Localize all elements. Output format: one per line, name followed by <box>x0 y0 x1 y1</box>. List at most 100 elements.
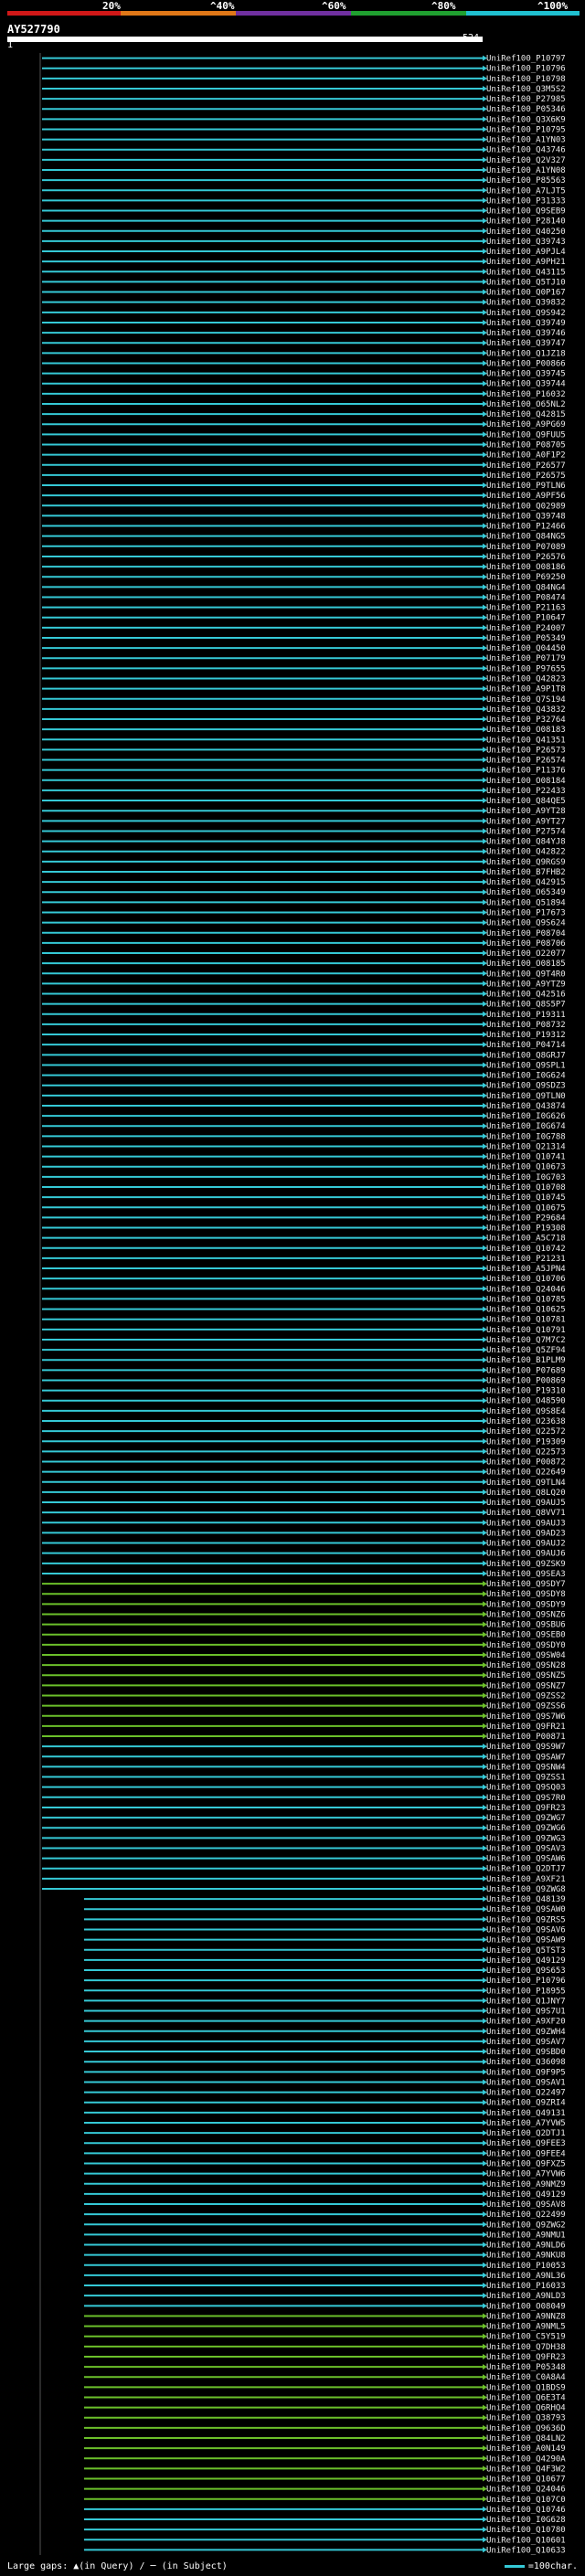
hit-label[interactable]: UniRef100_A9NMU1 <box>486 2231 566 2240</box>
hit-label[interactable]: UniRef100_Q9SQ03 <box>486 1784 566 1793</box>
hit-label[interactable]: UniRef100_Q39832 <box>486 299 566 308</box>
hit-label[interactable]: UniRef100_Q7S194 <box>486 695 566 705</box>
hit-label[interactable]: UniRef100_A9NNZ8 <box>486 2312 566 2321</box>
hit-label[interactable]: UniRef100_P10795 <box>486 125 566 134</box>
hit-label[interactable]: UniRef100_A9XF21 <box>486 1875 566 1884</box>
hit-label[interactable]: UniRef100_P10798 <box>486 75 566 84</box>
hit-label[interactable]: UniRef100_I0G626 <box>486 1112 566 1121</box>
hit-label[interactable]: UniRef100_Q9ZWG3 <box>486 1834 566 1843</box>
hit-label[interactable]: UniRef100_Q2V327 <box>486 156 566 165</box>
hit-label[interactable]: UniRef100_Q9SPL1 <box>486 1061 566 1070</box>
hit-label[interactable]: UniRef100_Q8VV71 <box>486 1509 566 1518</box>
hit-label[interactable]: UniRef100_P26576 <box>486 553 566 562</box>
hit-label[interactable]: UniRef100_Q9S7R0 <box>486 1794 566 1803</box>
hit-label[interactable]: UniRef100_P16032 <box>486 390 566 399</box>
hit-label[interactable]: UniRef100_P19312 <box>486 1031 566 1040</box>
hit-label[interactable]: UniRef100_B7FHB2 <box>486 868 566 877</box>
hit-label[interactable]: UniRef100_Q48139 <box>486 1895 566 1904</box>
hit-label[interactable]: UniRef100_P26574 <box>486 757 566 766</box>
hit-label[interactable]: UniRef100_Q43832 <box>486 705 566 715</box>
hit-label[interactable]: UniRef100_A9PJL4 <box>486 248 566 257</box>
hit-label[interactable]: UniRef100_Q9S7U1 <box>486 2008 566 2017</box>
hit-label[interactable]: UniRef100_P24007 <box>486 624 566 633</box>
hit-label[interactable]: UniRef100_Q9ZWG7 <box>486 1814 566 1823</box>
hit-label[interactable]: UniRef100_A9NMZ9 <box>486 2180 566 2189</box>
hit-label[interactable]: UniRef100_Q6RHQ4 <box>486 2404 566 2413</box>
hit-label[interactable]: UniRef100_P29684 <box>486 1214 566 1223</box>
hit-label[interactable]: UniRef100_Q9AUJ5 <box>486 1499 566 1508</box>
hit-label[interactable]: UniRef100_Q9AD23 <box>486 1529 566 1538</box>
hit-label[interactable]: UniRef100_O08186 <box>486 563 566 572</box>
hit-label[interactable]: UniRef100_Q10785 <box>486 1295 566 1304</box>
hit-label[interactable]: UniRef100_Q24046 <box>486 2486 566 2495</box>
hit-label[interactable]: UniRef100_Q4F3W2 <box>486 2465 566 2474</box>
hit-label[interactable]: UniRef100_Q84NG4 <box>486 583 566 592</box>
hit-label[interactable]: UniRef100_Q1BDS9 <box>486 2383 566 2392</box>
hit-label[interactable]: UniRef100_Q9RGS9 <box>486 858 566 867</box>
hit-label[interactable]: UniRef100_P05349 <box>486 634 566 643</box>
hit-label[interactable]: UniRef100_P07689 <box>486 1366 566 1375</box>
hit-label[interactable]: UniRef100_Q1JNY7 <box>486 1997 566 2006</box>
hit-label[interactable]: UniRef100_Q9SN28 <box>486 1661 566 1670</box>
hit-label[interactable]: UniRef100_Q9S9W7 <box>486 1743 566 1752</box>
hit-label[interactable]: UniRef100_B1PLM9 <box>486 1356 566 1365</box>
hit-label[interactable]: UniRef100_O23638 <box>486 1417 566 1426</box>
hit-label[interactable]: UniRef100_C0A8A4 <box>486 2373 566 2382</box>
hit-label[interactable]: UniRef100_A5JPN4 <box>486 1265 566 1274</box>
hit-label[interactable]: UniRef100_Q9SDY9 <box>486 1600 566 1609</box>
hit-label[interactable]: UniRef100_P31333 <box>486 196 566 206</box>
hit-label[interactable]: UniRef100_Q84LN2 <box>486 2434 566 2443</box>
hit-label[interactable]: UniRef100_C5Y519 <box>486 2333 566 2342</box>
hit-label[interactable]: UniRef100_Q5TST3 <box>486 1946 566 1956</box>
hit-label[interactable]: UniRef100_Q5TJ10 <box>486 278 566 287</box>
hit-label[interactable]: UniRef100_Q9FR21 <box>486 1723 566 1732</box>
hit-label[interactable]: UniRef100_P04714 <box>486 1041 566 1050</box>
hit-label[interactable]: UniRef100_A7LJT5 <box>486 186 566 196</box>
hit-label[interactable]: UniRef100_Q10677 <box>486 2475 566 2485</box>
hit-label[interactable]: UniRef100_Q9SDZ3 <box>486 1082 566 1091</box>
hit-label[interactable]: UniRef100_Q22573 <box>486 1447 566 1457</box>
hit-label[interactable]: UniRef100_Q9S624 <box>486 919 566 928</box>
hit-label[interactable]: UniRef100_Q43115 <box>486 268 566 277</box>
hit-label[interactable]: UniRef100_P27574 <box>486 827 566 836</box>
hit-label[interactable]: UniRef100_A9YTZ9 <box>486 980 566 989</box>
hit-label[interactable]: UniRef100_P69250 <box>486 573 566 582</box>
hit-label[interactable]: UniRef100_Q9ZWG2 <box>486 2221 566 2230</box>
hit-label[interactable]: UniRef100_P08704 <box>486 929 566 938</box>
hit-label[interactable]: UniRef100_A9PG69 <box>486 420 566 429</box>
hit-label[interactable]: UniRef100_Q40250 <box>486 228 566 237</box>
hit-label[interactable]: UniRef100_P21231 <box>486 1255 566 1264</box>
hit-label[interactable]: UniRef100_P85563 <box>486 176 566 186</box>
hit-label[interactable]: UniRef100_P07179 <box>486 654 566 663</box>
hit-label[interactable]: UniRef100_Q9ZWG6 <box>486 1824 566 1833</box>
hit-label[interactable]: UniRef100_A9YT28 <box>486 807 566 816</box>
hit-label[interactable]: UniRef100_Q9SDY7 <box>486 1580 566 1589</box>
hit-label[interactable]: UniRef100_O48590 <box>486 1397 566 1406</box>
hit-label[interactable]: UniRef100_P97655 <box>486 664 566 673</box>
hit-label[interactable]: UniRef100_Q9SAV1 <box>486 2078 566 2087</box>
hit-label[interactable]: UniRef100_Q9SNZ6 <box>486 1610 566 1619</box>
hit-label[interactable]: UniRef100_P00869 <box>486 1376 566 1385</box>
hit-label[interactable]: UniRef100_Q43874 <box>486 1102 566 1111</box>
hit-label[interactable]: UniRef100_P00866 <box>486 359 566 368</box>
hit-label[interactable]: UniRef100_P19310 <box>486 1387 566 1396</box>
hit-label[interactable]: UniRef100_Q9636D <box>486 2424 566 2433</box>
hit-label[interactable]: UniRef100_Q49129 <box>486 2190 566 2200</box>
hit-label[interactable]: UniRef100_A9NML5 <box>486 2323 566 2332</box>
hit-label[interactable]: UniRef100_O08183 <box>486 726 566 735</box>
hit-label[interactable]: UniRef100_P26577 <box>486 461 566 471</box>
hit-label[interactable]: UniRef100_Q10706 <box>486 1275 566 1284</box>
hit-label[interactable]: UniRef100_P08732 <box>486 1021 566 1030</box>
hit-label[interactable]: UniRef100_I0G788 <box>486 1132 566 1141</box>
hit-label[interactable]: UniRef100_Q84NG5 <box>486 533 566 542</box>
hit-label[interactable]: UniRef100_A0N149 <box>486 2444 566 2454</box>
hit-label[interactable]: UniRef100_Q9ZSK9 <box>486 1560 566 1569</box>
hit-label[interactable]: UniRef100_Q1JZ18 <box>486 349 566 358</box>
hit-label[interactable]: UniRef100_Q22499 <box>486 2210 566 2220</box>
hit-label[interactable]: UniRef100_Q41351 <box>486 736 566 745</box>
hit-label[interactable]: UniRef100_Q3M5S2 <box>486 85 566 94</box>
hit-label[interactable]: UniRef100_Q9SDY0 <box>486 1641 566 1650</box>
hit-label[interactable]: UniRef100_Q9F9P5 <box>486 2068 566 2077</box>
hit-label[interactable]: UniRef100_Q9AUJ6 <box>486 1550 566 1559</box>
hit-label[interactable]: UniRef100_Q9ZRI4 <box>486 2099 566 2108</box>
